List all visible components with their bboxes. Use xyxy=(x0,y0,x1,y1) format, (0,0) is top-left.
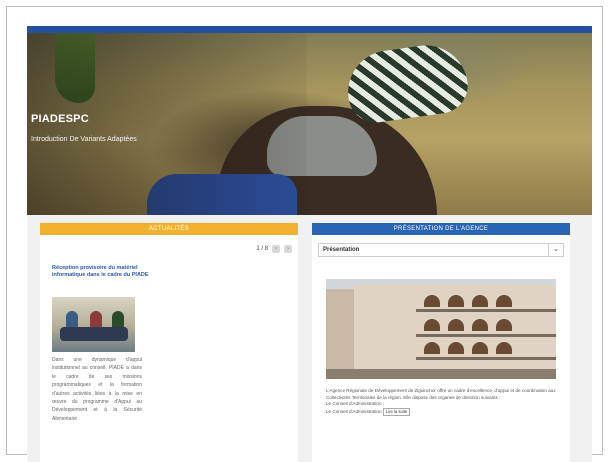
building-window xyxy=(472,295,488,307)
news-article-photo[interactable] xyxy=(52,297,135,352)
agency-description-text: L'Agence Régionale de Développement de Z… xyxy=(326,388,556,400)
news-pager: 1 / 8 ‹ › xyxy=(256,245,292,253)
building-band xyxy=(416,334,556,337)
building-window xyxy=(448,295,464,307)
agency-bullet-text: Le Conseil d'Administration xyxy=(326,408,382,414)
agency-building-photo xyxy=(326,279,556,379)
building-window xyxy=(472,319,488,331)
building-band xyxy=(416,309,556,312)
building-window xyxy=(424,342,440,354)
agency-bullet: Le Conseil d'Administration Lire la suit… xyxy=(326,407,560,417)
page: PIADESPC Introduction De Variants Adapté… xyxy=(27,26,592,462)
agency-description: L'Agence Régionale de Développement de Z… xyxy=(326,388,560,417)
building-window xyxy=(496,342,512,354)
building-window xyxy=(496,319,512,331)
presentation-select[interactable]: Présentation ⌄ xyxy=(318,243,564,257)
building-window xyxy=(424,319,440,331)
news-panel: ACTUALITÉS 1 / 8 ‹ › Réception provisoir… xyxy=(40,223,298,462)
hero-subtitle[interactable]: Introduction De Variants Adaptées xyxy=(31,136,137,143)
pager-count: 1 / 8 xyxy=(256,246,268,252)
building-ground xyxy=(326,369,556,379)
building-window xyxy=(448,319,464,331)
building-band xyxy=(416,357,556,360)
photo-table xyxy=(60,327,128,341)
news-article-title[interactable]: Réception provisoire du matériel informa… xyxy=(52,265,152,279)
hero-photo-headscarf xyxy=(342,39,472,127)
hero-title: PIADESPC xyxy=(31,113,89,125)
building-window xyxy=(424,295,440,307)
building-window xyxy=(496,295,512,307)
building-window xyxy=(472,342,488,354)
read-more-button[interactable]: Lire la suite xyxy=(382,407,411,417)
top-accent-stripe xyxy=(27,26,592,33)
agency-panel: PRÉSENTATION DE L'AGENCE Présentation ⌄ xyxy=(312,223,570,462)
prev-icon[interactable]: ‹ xyxy=(272,245,280,253)
news-article-body: Dans une dynamique d'appui institutionne… xyxy=(52,357,142,422)
browser-frame: PIADESPC Introduction De Variants Adapté… xyxy=(6,6,603,462)
hero-banner: PIADESPC Introduction De Variants Adapté… xyxy=(27,26,592,215)
presentation-select-label: Présentation xyxy=(323,247,360,253)
chevron-down-icon[interactable]: ⌄ xyxy=(548,244,563,256)
agency-bullet: Le Conseil d'Administration ; xyxy=(326,401,385,407)
building-window xyxy=(448,342,464,354)
news-panel-header: ACTUALITÉS xyxy=(40,223,298,235)
agency-panel-header: PRÉSENTATION DE L'AGENCE xyxy=(312,223,570,235)
next-icon[interactable]: › xyxy=(284,245,292,253)
